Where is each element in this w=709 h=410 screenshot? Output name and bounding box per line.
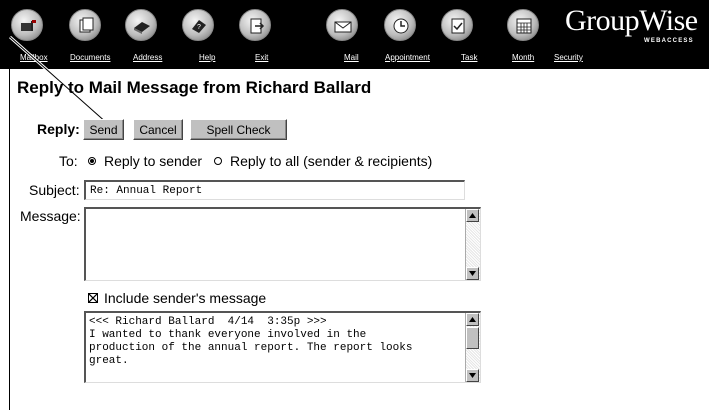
month-calendar-icon[interactable] [507, 9, 539, 41]
reply-to-all-label[interactable]: Reply to all (sender & recipients) [230, 153, 432, 169]
scroll-down-icon[interactable] [466, 369, 479, 382]
scroll-down-icon[interactable] [466, 267, 479, 280]
include-message-checkbox[interactable] [88, 293, 98, 303]
documents-icon[interactable] [69, 9, 101, 41]
reply-to-sender-radio[interactable] [88, 157, 96, 165]
page-title: Reply to Mail Message from Richard Balla… [17, 78, 372, 97]
message-textarea[interactable] [84, 207, 481, 281]
quoted-message-textarea[interactable]: <<< Richard Ballard 4/14 3:35p >>> I wan… [84, 311, 481, 383]
quoted-line: production of the annual report. The rep… [89, 342, 413, 354]
to-label: To: [59, 153, 78, 169]
scroll-up-icon[interactable] [466, 209, 479, 222]
spell-check-button[interactable]: Spell Check [190, 119, 287, 140]
quoted-scrollbar[interactable] [465, 313, 480, 382]
message-label: Message: [20, 208, 81, 224]
message-scrollbar[interactable] [465, 209, 480, 280]
appointment-icon[interactable] [384, 9, 416, 41]
quoted-line: great. [89, 355, 129, 367]
nav-address[interactable]: Address [133, 53, 162, 62]
reply-to-all-radio[interactable] [214, 157, 222, 165]
nav-exit[interactable]: Exit [255, 53, 268, 62]
nav-documents[interactable]: Documents [70, 53, 110, 62]
nav-mail[interactable]: Mail [344, 53, 359, 62]
exit-icon[interactable] [239, 9, 271, 41]
subject-value: Re: Annual Report [90, 185, 203, 197]
mailbox-icon[interactable] [11, 9, 43, 41]
nav-mailbox[interactable]: Mailbox [20, 53, 48, 62]
brand-subtitle: WEBACCESS [644, 38, 694, 44]
subject-label: Subject: [29, 182, 80, 198]
help-icon[interactable]: ? [182, 9, 214, 41]
nav-month[interactable]: Month [512, 53, 534, 62]
reply-label: Reply: [37, 121, 80, 137]
subject-input[interactable]: Re: Annual Report [84, 180, 465, 200]
scroll-thumb[interactable] [466, 327, 479, 349]
toolbar: ? GroupWise WEBACCESS Mailbox Documents … [0, 0, 709, 69]
callout-line [9, 37, 10, 410]
callout-tick [0, 37, 10, 38]
nav-task[interactable]: Task [461, 53, 477, 62]
nav-appointment[interactable]: Appointment [385, 53, 430, 62]
send-button[interactable]: Send [83, 119, 124, 140]
scroll-up-icon[interactable] [466, 313, 479, 326]
nav-help[interactable]: Help [199, 53, 215, 62]
include-message-label[interactable]: Include sender's message [104, 290, 266, 306]
quoted-line: I wanted to thank everyone involved in t… [89, 329, 367, 341]
reply-to-sender-label[interactable]: Reply to sender [104, 153, 202, 169]
quoted-line: <<< Richard Ballard 4/14 3:35p >>> [89, 316, 327, 328]
task-icon[interactable] [441, 9, 473, 41]
mail-icon[interactable] [326, 9, 358, 41]
brand-logo: GroupWise [565, 4, 698, 37]
nav-security[interactable]: Security [554, 53, 583, 62]
svg-text:?: ? [197, 24, 201, 31]
address-book-icon[interactable] [125, 9, 157, 41]
cancel-button[interactable]: Cancel [133, 119, 183, 140]
